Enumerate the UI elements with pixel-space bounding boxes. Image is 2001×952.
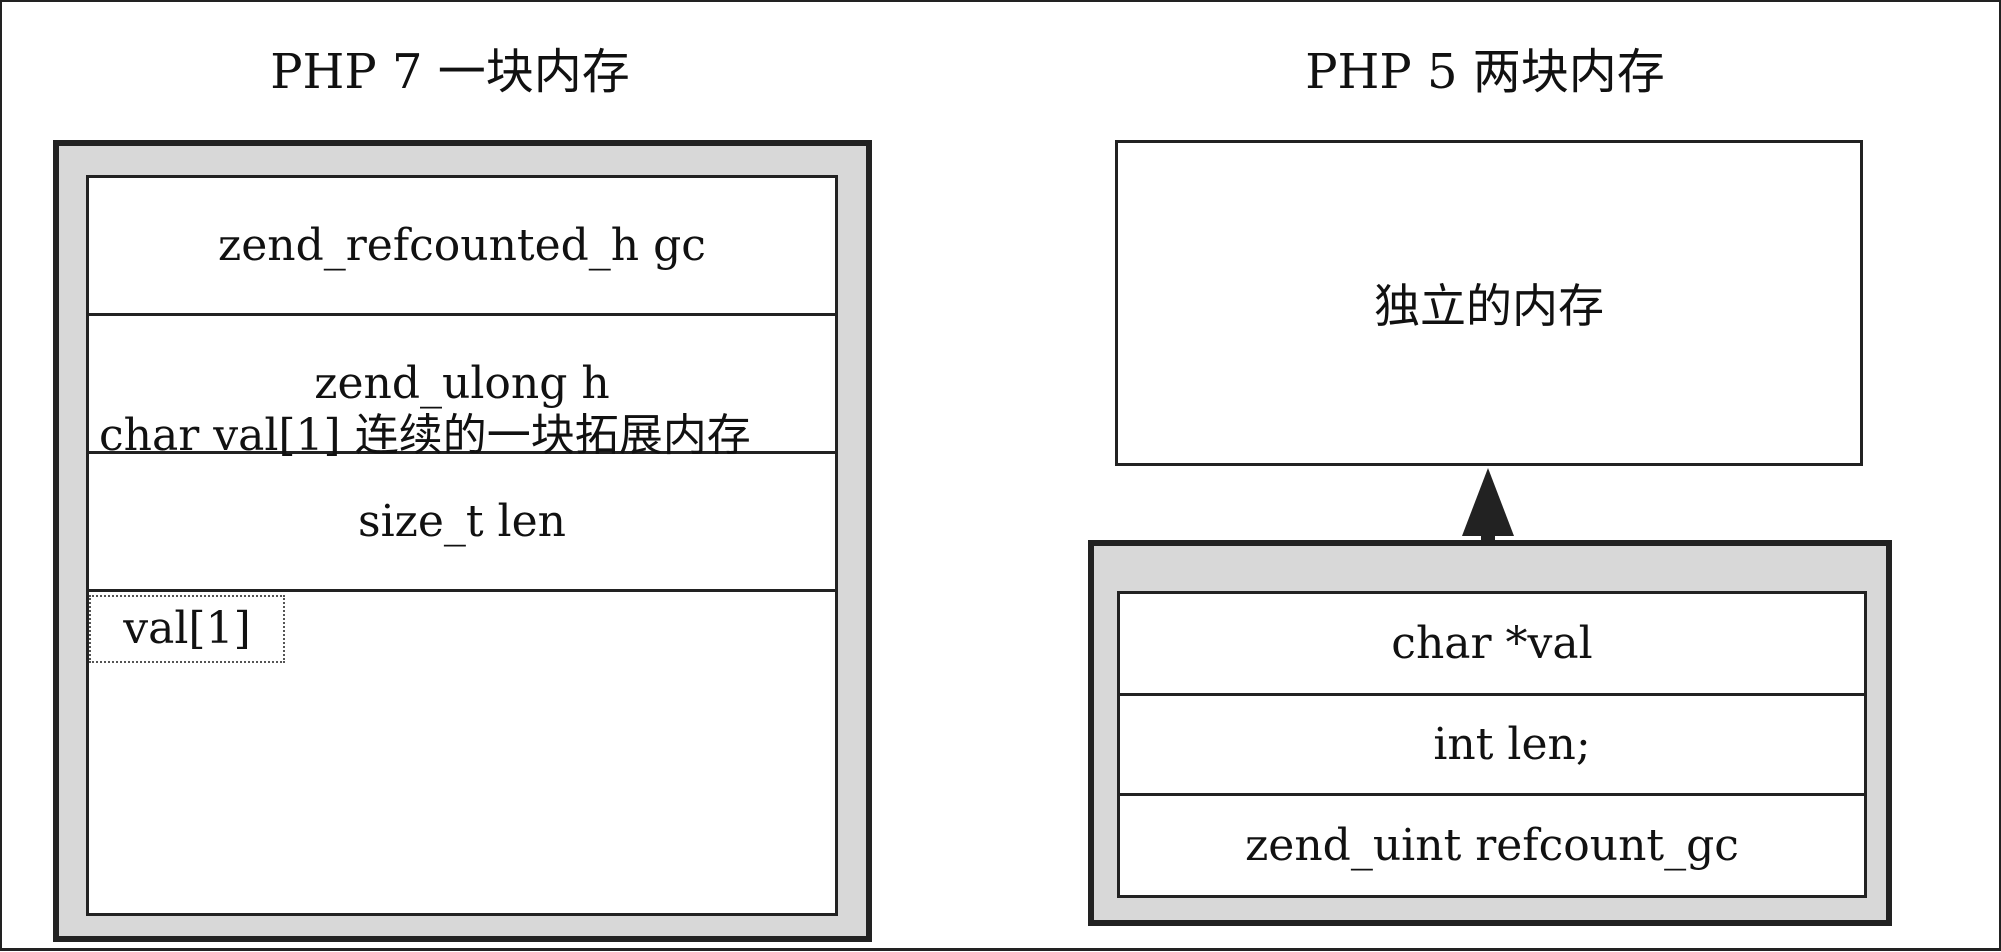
php7-field-h-label: zend_ulong h — [314, 358, 610, 409]
php5-struct-box: char *val int len; zend_uint refcount_gc — [1117, 591, 1867, 898]
pointer-arrow-head — [1462, 468, 1514, 536]
php5-field-refcount: zend_uint refcount_gc — [1120, 796, 1864, 895]
php7-field-len-label: size_t len — [358, 496, 566, 547]
php5-struct-panel: char *val int len; zend_uint refcount_gc — [1088, 540, 1892, 926]
php5-title: PHP 5 两块内存 — [1305, 44, 1665, 100]
php7-struct-panel: zend_refcounted_h gc zend_ulong h size_t… — [53, 140, 872, 942]
php7-field-len: size_t len — [89, 454, 835, 592]
php5-field-len-label: int len; — [1433, 719, 1591, 770]
php7-struct-box: zend_refcounted_h gc zend_ulong h size_t… — [86, 175, 838, 916]
php7-extension-label: char val[1] 连续的一块拓展内存 — [99, 410, 751, 461]
php5-field-val: char *val — [1120, 594, 1864, 696]
php7-field-gc: zend_refcounted_h gc — [89, 178, 835, 316]
php7-val-field: val[1] — [89, 595, 285, 663]
php5-field-refcount-label: zend_uint refcount_gc — [1245, 820, 1739, 871]
php5-separate-memory-box: 独立的内存 — [1115, 140, 1863, 466]
php5-separate-memory-label: 独立的内存 — [1374, 279, 1604, 333]
php7-field-gc-label: zend_refcounted_h gc — [218, 220, 706, 271]
php7-title: PHP 7 一块内存 — [270, 44, 630, 100]
php5-field-len: int len; — [1120, 696, 1864, 796]
php5-field-val-label: char *val — [1391, 618, 1593, 669]
